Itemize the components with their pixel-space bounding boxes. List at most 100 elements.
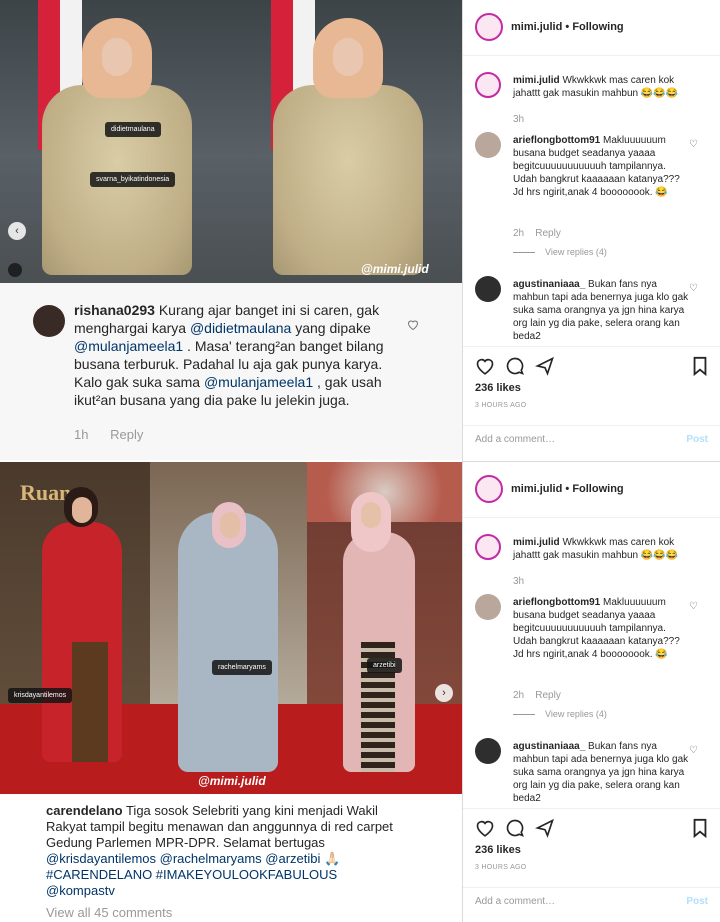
hashtags[interactable]: #CARENDELANO #IMAKEYOULOOKFABULOUS: [46, 867, 337, 882]
comment-username[interactable]: arieflongbottom91: [513, 597, 600, 608]
post-time: 3 HOURS AGO: [475, 402, 527, 409]
heart-outline-icon[interactable]: ♡: [689, 284, 699, 294]
post-panel-1: mimi.julid • Following mimi.julid Wkwkkw…: [463, 0, 720, 461]
comment-icon[interactable]: [505, 356, 525, 376]
comment-agustinaniaaa: agustinaniaaa_ Bukan fans nya mahbun tap…: [463, 738, 720, 806]
avatar[interactable]: [475, 594, 501, 620]
following-button[interactable]: Following: [572, 483, 623, 495]
comment-arieflongbottom: arieflongbottom91 Makluuuuuum busana bud…: [463, 132, 720, 262]
tag-didietmaulana[interactable]: didietmaulana: [105, 122, 161, 137]
photo-panel-arzeti: arzetibi ›: [307, 462, 462, 794]
tag-svarna[interactable]: svarna_byikatindonesia: [90, 172, 176, 187]
comment-time: 2h: [513, 690, 525, 701]
caption-comment: mimi.julid Wkwkkwk mas caren kok jahattt…: [463, 70, 720, 130]
photo-left-panel: didietmaulana svarna_byikatindonesia ‹: [0, 0, 231, 283]
comment-rishana: rishana0293 Kurang ajar banget ini si ca…: [0, 283, 462, 460]
comment-agustinaniaaa: agustinaniaaa_ Bukan fans nya mahbun tap…: [463, 276, 720, 344]
add-comment-bar: Add a comment… Post: [463, 425, 720, 455]
post-button[interactable]: Post: [686, 896, 708, 907]
photo-panel-krisdayanti: Ruang krisdayantilemos: [0, 462, 150, 794]
comment-username[interactable]: agustinaniaaa_: [513, 279, 585, 290]
face: [102, 38, 132, 76]
bookmark-icon[interactable]: [692, 818, 708, 838]
reply-button[interactable]: Reply: [535, 690, 561, 701]
photo-panel-rachel: rachelmaryams @mimi.julid: [150, 462, 307, 794]
comment-time: 3h: [513, 114, 525, 125]
watermark: @mimi.julid: [198, 774, 266, 788]
face: [361, 502, 381, 528]
view-replies[interactable]: View replies (4): [513, 709, 607, 719]
caption-username[interactable]: carendelano: [46, 803, 123, 818]
figure-blue-dress: [178, 512, 278, 772]
comment-username[interactable]: mimi.julid: [513, 75, 560, 86]
heart-icon[interactable]: [475, 818, 495, 837]
post-panel-2: mimi.julid • Following mimi.julid Wkwkkw…: [463, 461, 720, 922]
avatar[interactable]: [475, 534, 501, 560]
bookmark-icon[interactable]: [692, 356, 708, 376]
face: [220, 512, 240, 538]
mention-link[interactable]: @mulanjameela1: [74, 338, 183, 354]
prev-arrow-icon[interactable]: ‹: [8, 222, 26, 240]
tag-arzetibi[interactable]: arzetibi: [367, 658, 402, 673]
batik-skirt: [72, 642, 108, 762]
add-comment-input[interactable]: Add a comment…: [475, 896, 555, 907]
tag-krisdayantilemos[interactable]: krisdayantilemos: [8, 688, 73, 703]
comment-username[interactable]: mimi.julid: [513, 537, 560, 548]
likes-count[interactable]: 236 likes: [475, 382, 521, 394]
post-time: 3 HOURS AGO: [475, 864, 527, 871]
avatar[interactable]: [33, 305, 65, 337]
reply-button[interactable]: Reply: [535, 228, 561, 239]
comment-time: 3h: [513, 576, 525, 587]
share-icon[interactable]: [535, 356, 555, 376]
mention-link[interactable]: @didietmaulana: [190, 320, 291, 336]
add-comment-input[interactable]: Add a comment…: [475, 434, 555, 445]
avatar[interactable]: [475, 72, 501, 98]
heart-outline-icon[interactable]: ♡: [689, 746, 699, 756]
avatar[interactable]: [475, 475, 503, 503]
header-username[interactable]: mimi.julid: [511, 21, 562, 33]
heart-outline-icon[interactable]: [407, 319, 419, 330]
face: [72, 497, 92, 523]
tag-rachelmaryams[interactable]: rachelmaryams: [212, 660, 272, 675]
watermark: @mimi.julid: [361, 262, 429, 276]
avatar[interactable]: [475, 738, 501, 764]
comment-username[interactable]: rishana0293: [74, 302, 155, 318]
mention-link[interactable]: @mulanjameela1: [204, 374, 313, 390]
next-arrow-icon[interactable]: ›: [435, 684, 453, 702]
share-icon[interactable]: [535, 818, 555, 838]
post-header: mimi.julid • Following: [463, 462, 720, 518]
user-tags-icon[interactable]: [8, 263, 22, 277]
face: [333, 38, 363, 76]
comment-username[interactable]: agustinaniaaa_: [513, 741, 585, 752]
post-image-1[interactable]: didietmaulana svarna_byikatindonesia ‹ @…: [0, 0, 462, 283]
view-all-comments[interactable]: View all 45 comments: [46, 905, 416, 921]
post-image-2[interactable]: Ruang krisdayantilemos rachelmaryams @mi…: [0, 462, 462, 794]
comment-text: rishana0293 Kurang ajar banget ini si ca…: [74, 302, 384, 408]
pray-emoji: 🙏🏻: [324, 851, 341, 866]
comment-username[interactable]: arieflongbottom91: [513, 135, 600, 146]
add-comment-bar: Add a comment… Post: [463, 887, 720, 917]
mentions[interactable]: @krisdayantilemos @rachelmaryams @arzeti…: [46, 851, 320, 866]
following-button[interactable]: Following: [572, 21, 623, 33]
comment-icon[interactable]: [505, 818, 525, 838]
avatar[interactable]: [475, 13, 503, 41]
heart-icon[interactable]: [475, 356, 495, 375]
dress-figure: [273, 85, 423, 275]
comment-time: 2h: [513, 228, 525, 239]
comment-arieflongbottom: arieflongbottom91 Makluuuuuum busana bud…: [463, 594, 720, 724]
reply-button[interactable]: Reply: [110, 427, 143, 442]
post-button[interactable]: Post: [686, 434, 708, 445]
mention-kompastv[interactable]: @kompastv: [46, 883, 115, 898]
avatar[interactable]: [475, 276, 501, 302]
header-username[interactable]: mimi.julid: [511, 483, 562, 495]
heart-outline-icon[interactable]: ♡: [689, 602, 699, 612]
caption-carendelano: carendelano Tiga sosok Selebriti yang ki…: [0, 795, 462, 922]
comment-time: 1h: [74, 427, 89, 442]
likes-count[interactable]: 236 likes: [475, 844, 521, 856]
post-header: mimi.julid • Following: [463, 0, 720, 56]
heart-outline-icon[interactable]: ♡: [689, 140, 699, 150]
caption-text: carendelano Tiga sosok Selebriti yang ki…: [46, 803, 393, 898]
view-replies[interactable]: View replies (4): [513, 247, 607, 257]
caption-comment: mimi.julid Wkwkkwk mas caren kok jahattt…: [463, 532, 720, 592]
avatar[interactable]: [475, 132, 501, 158]
